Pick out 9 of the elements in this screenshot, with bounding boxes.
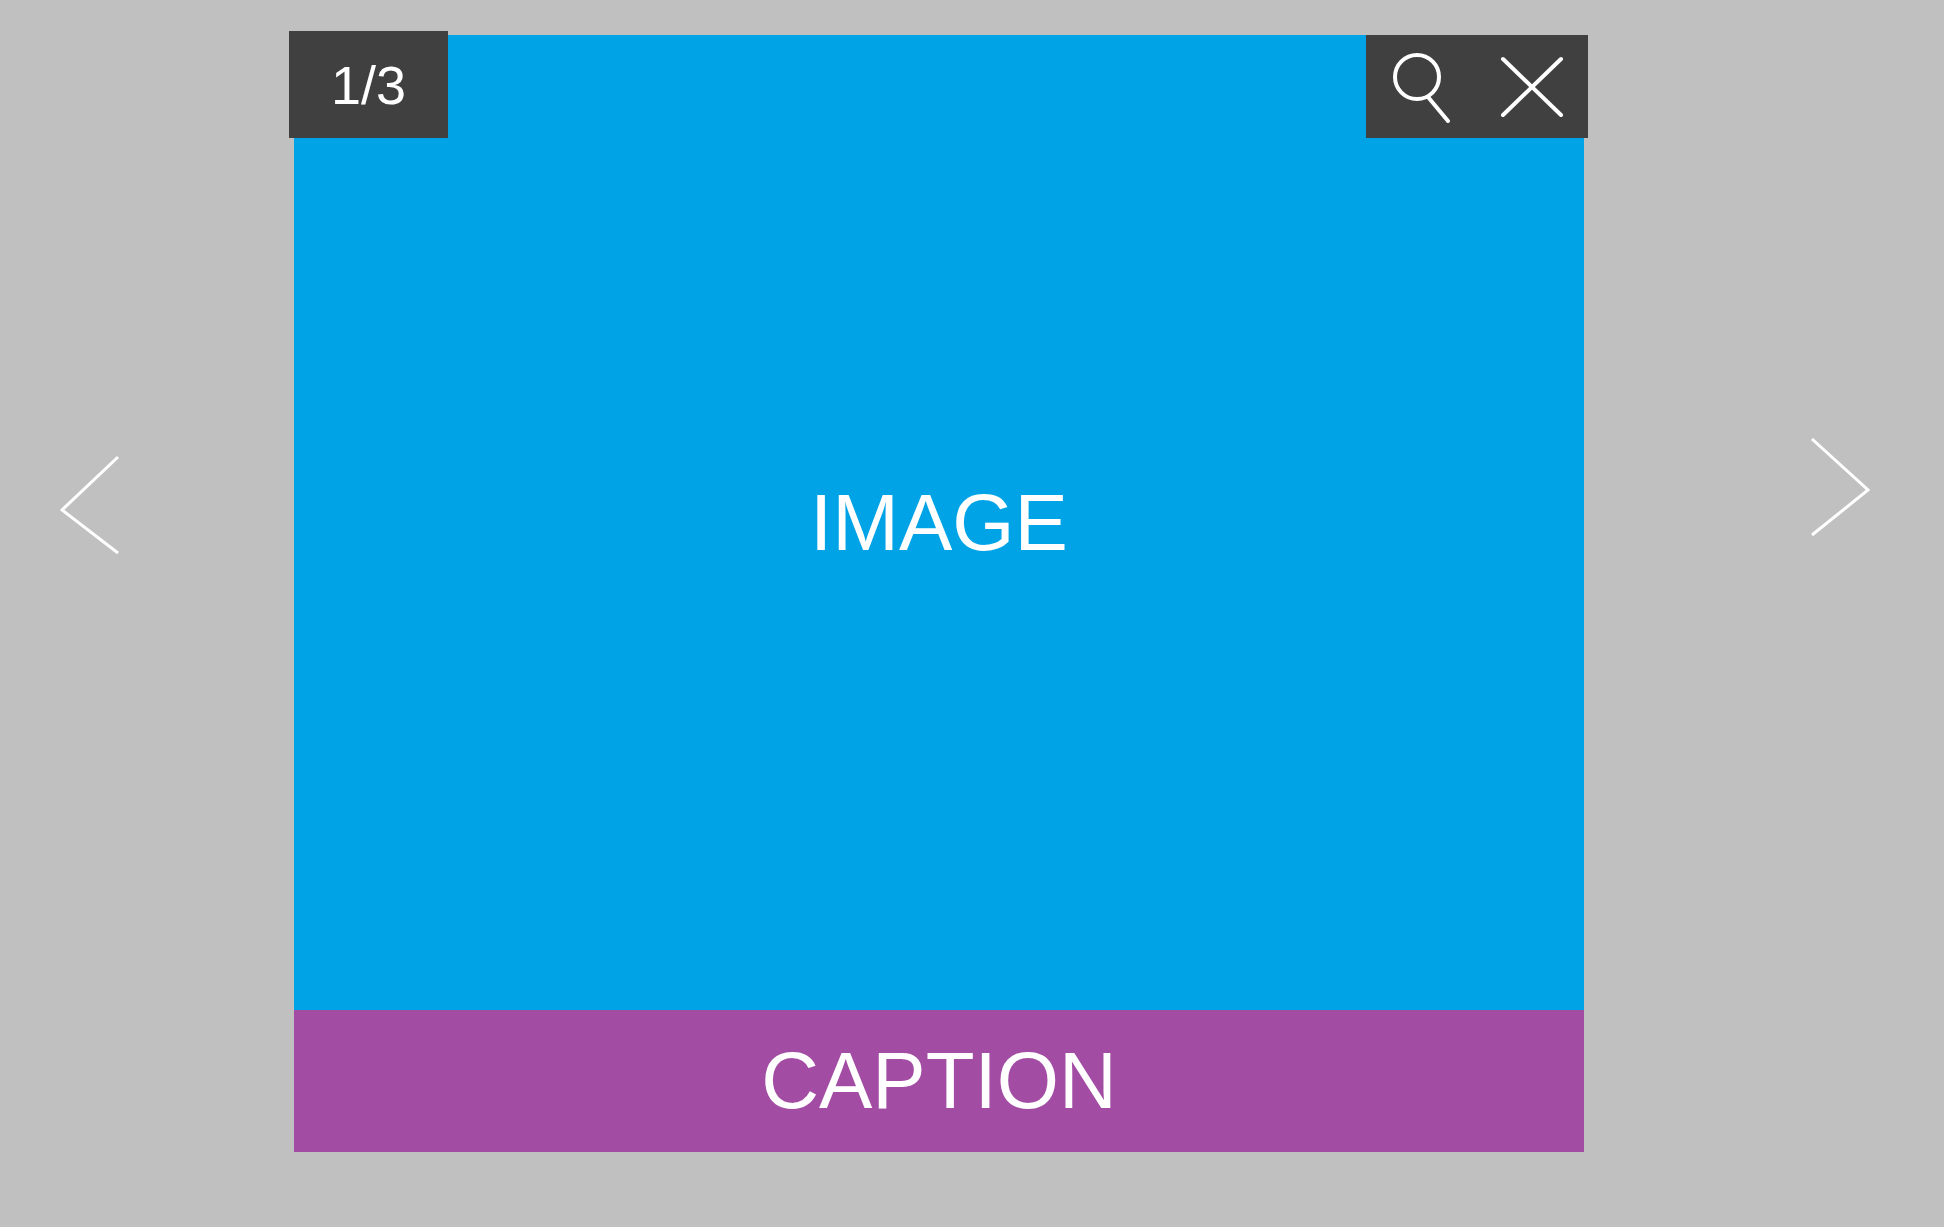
chevron-right-icon <box>1810 437 1870 537</box>
chevron-left-icon <box>60 455 120 555</box>
image-counter: 1/3 <box>289 31 448 138</box>
close-button[interactable] <box>1500 55 1564 118</box>
search-icon <box>1390 50 1452 123</box>
close-icon <box>1500 55 1564 118</box>
zoom-button[interactable] <box>1390 50 1452 123</box>
image-label: IMAGE <box>810 476 1068 569</box>
caption: CAPTION <box>294 1010 1584 1152</box>
